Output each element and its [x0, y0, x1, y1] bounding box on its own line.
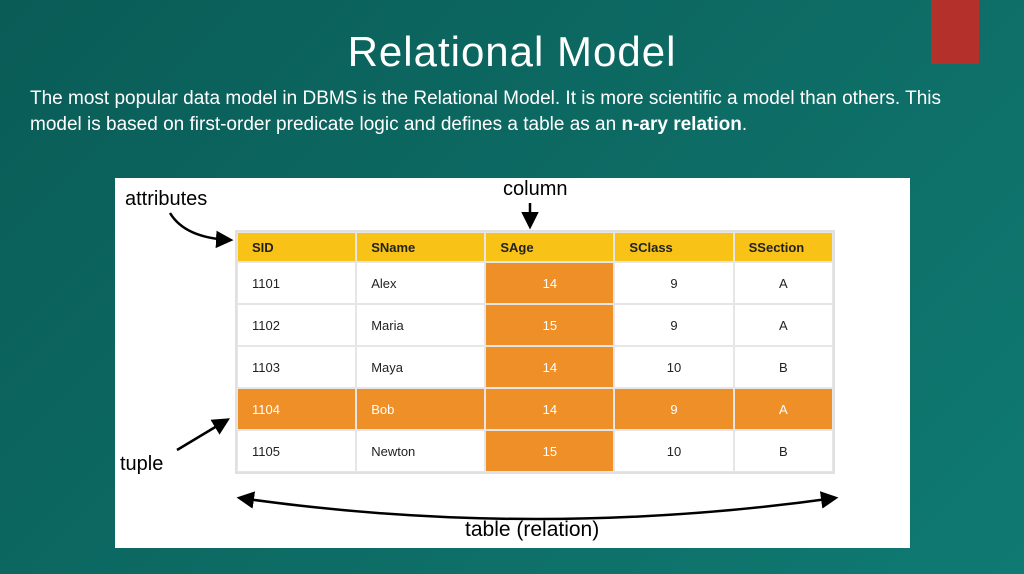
- cell-sclass: 9: [614, 304, 733, 346]
- col-header-sid: SID: [237, 232, 356, 262]
- cell-sclass: 10: [614, 346, 733, 388]
- cell-ssection: A: [734, 304, 833, 346]
- cell-ssection: B: [734, 346, 833, 388]
- cell-sage: 14: [485, 262, 614, 304]
- cell-sname: Newton: [356, 430, 485, 472]
- table-row: 1104Bob149A: [237, 388, 833, 430]
- description-post: .: [742, 114, 747, 135]
- table-header-row: SID SName SAge SClass SSection: [237, 232, 833, 262]
- label-tuple: tuple: [120, 453, 163, 476]
- cell-sname: Maria: [356, 304, 485, 346]
- slide-title: Relational Model: [0, 0, 1024, 76]
- slide-description: The most popular data model in DBMS is t…: [0, 76, 1024, 137]
- cell-sid: 1105: [237, 430, 356, 472]
- cell-sname: Alex: [356, 262, 485, 304]
- table-row: 1103Maya1410B: [237, 346, 833, 388]
- description-pre: The most popular data model in DBMS is t…: [30, 88, 941, 135]
- cell-sage: 14: [485, 388, 614, 430]
- description-bold: n-ary relation: [621, 114, 741, 135]
- table-body: 1101Alex149A1102Maria159A1103Maya1410B11…: [237, 262, 833, 472]
- label-attributes: attributes: [125, 188, 207, 211]
- cell-sid: 1103: [237, 346, 356, 388]
- cell-sname: Bob: [356, 388, 485, 430]
- table-row: 1101Alex149A: [237, 262, 833, 304]
- accent-bar: [931, 0, 979, 64]
- diagram-container: attributes column tuple table (relation)…: [115, 178, 910, 548]
- col-header-sage: SAge: [485, 232, 614, 262]
- cell-sclass: 9: [614, 262, 733, 304]
- label-column: column: [503, 178, 567, 201]
- cell-ssection: B: [734, 430, 833, 472]
- cell-sage: 15: [485, 304, 614, 346]
- cell-sage: 14: [485, 346, 614, 388]
- table-row: 1105Newton1510B: [237, 430, 833, 472]
- col-header-ssection: SSection: [734, 232, 833, 262]
- cell-sclass: 9: [614, 388, 733, 430]
- cell-sid: 1101: [237, 262, 356, 304]
- col-header-sname: SName: [356, 232, 485, 262]
- cell-ssection: A: [734, 262, 833, 304]
- cell-sid: 1104: [237, 388, 356, 430]
- relation-table: SID SName SAge SClass SSection 1101Alex1…: [235, 230, 835, 474]
- cell-ssection: A: [734, 388, 833, 430]
- cell-sname: Maya: [356, 346, 485, 388]
- cell-sid: 1102: [237, 304, 356, 346]
- cell-sclass: 10: [614, 430, 733, 472]
- col-header-sclass: SClass: [614, 232, 733, 262]
- label-table: table (relation): [465, 518, 599, 542]
- cell-sage: 15: [485, 430, 614, 472]
- table-row: 1102Maria159A: [237, 304, 833, 346]
